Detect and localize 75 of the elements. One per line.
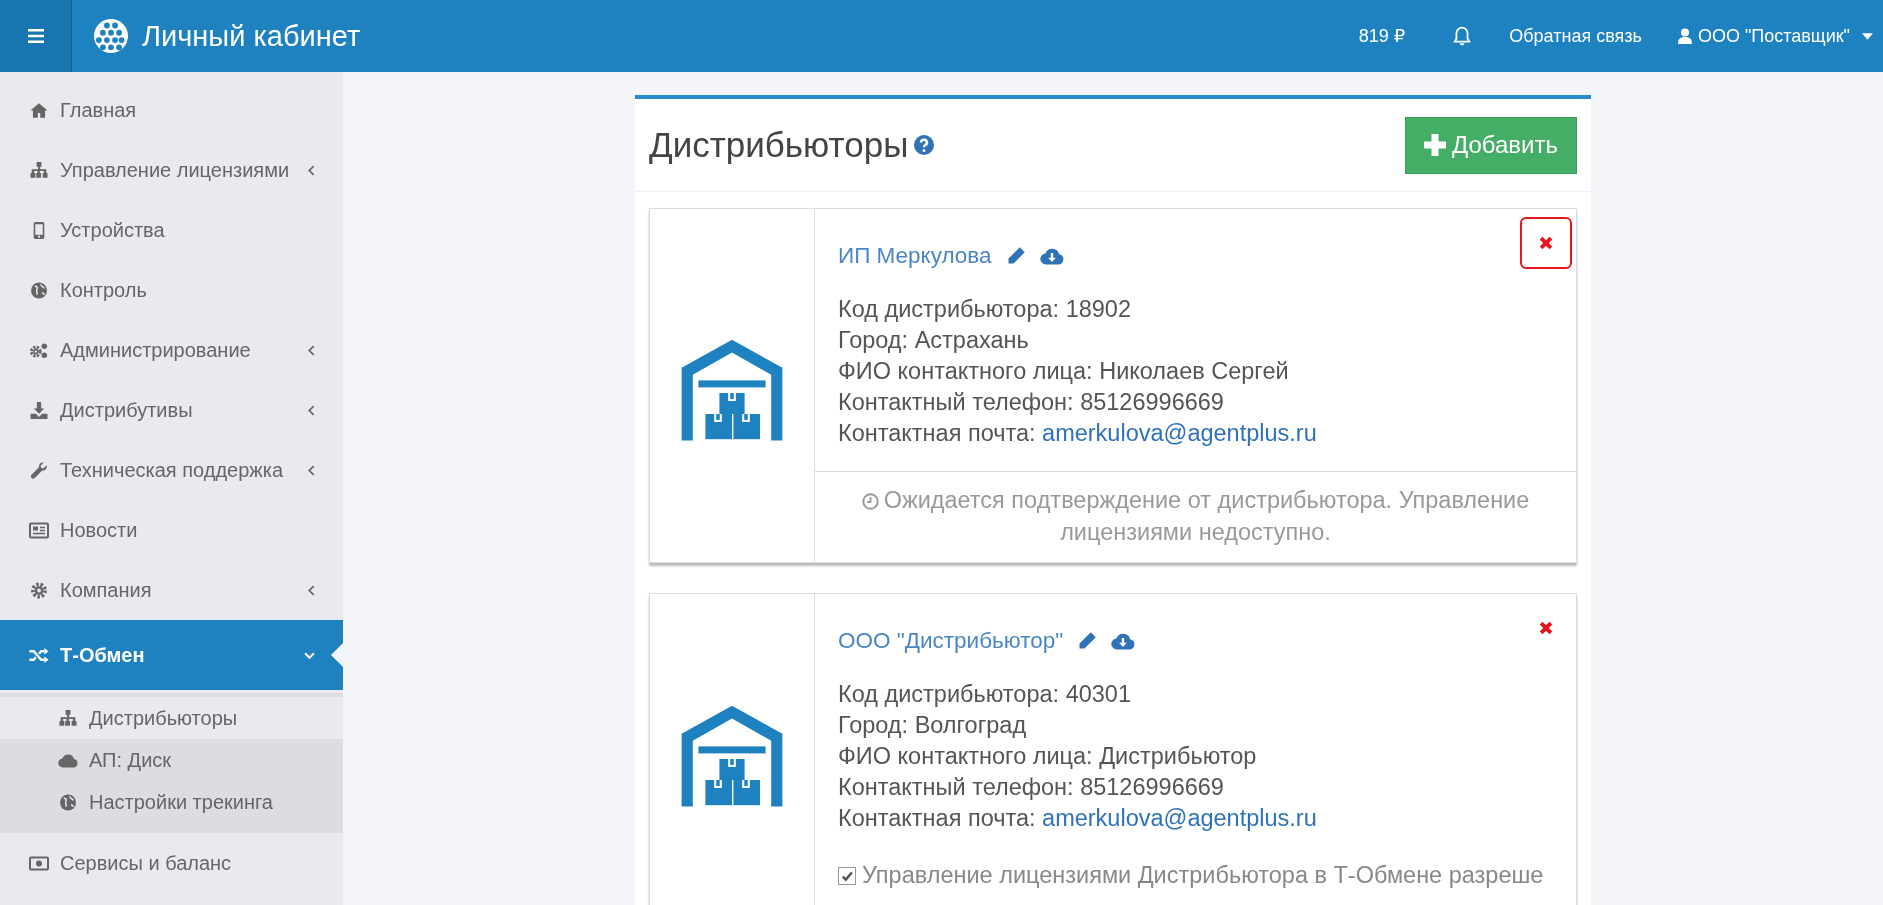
pencil-icon[interactable] [1077,631,1098,651]
menu-icon [27,29,44,43]
close-icon [1539,621,1553,635]
field-value: 85126996669 [1080,389,1224,415]
sidebar-item[interactable]: Дистрибутивы [0,380,343,440]
submenu-item[interactable]: Настройки трекинга [0,781,343,823]
bell-icon[interactable] [1453,26,1472,46]
field-value: Николаев Сергей [1099,358,1289,384]
field-label: Контактный телефон: [838,774,1074,800]
newspaper-icon [29,521,49,539]
user-menu[interactable]: ООО "Поставщик" [1677,25,1873,47]
field-value: 18902 [1065,296,1131,322]
sidebar-item[interactable]: Новости [0,500,343,560]
selection-notch [331,643,343,667]
download-icon [29,401,49,419]
sidebar-item[interactable]: Устройства [0,200,343,260]
sidebar-item[interactable]: Контроль [0,260,343,320]
cloud-download-icon[interactable] [1039,247,1064,265]
field-value: 85126996669 [1080,774,1224,800]
clock-icon [861,493,879,510]
user-icon [1677,28,1692,44]
sidebar-item[interactable]: Техническая поддержка [0,440,343,500]
field-label: Город: [838,712,909,738]
sidebar-item[interactable]: Компания [0,560,343,620]
globe-icon [29,281,49,299]
email-link[interactable]: amerkulova@agentplus.ru [1042,420,1317,446]
app-title: Личный кабинет [142,19,361,53]
pencil-icon[interactable] [1005,246,1026,266]
email-link[interactable]: amerkulova@agentplus.ru [1042,805,1317,831]
banknote-icon [29,854,49,872]
delete-button[interactable] [1520,217,1572,269]
permission-label: Управление лицензиями Дистрибьютора в Т-Обмене разреше [862,862,1544,889]
field-label: Контактная почта: [838,420,1036,446]
check-icon [841,869,853,882]
field-label: Код дистрибьютора: [838,681,1060,707]
field-label: ФИО контактного лица: [838,358,1093,384]
gears-icon [29,341,49,359]
sidebar-item[interactable]: Главная [0,80,343,140]
cloud-icon [58,751,78,769]
field-value: Волгоград [914,712,1027,738]
distributor-name[interactable]: ИП Меркулова [838,243,992,269]
caret-icon [1862,32,1873,40]
sidebar-item[interactable]: Управление лицензиями [0,140,343,200]
wrench-icon [29,461,49,479]
field-label: ФИО контактного лица: [838,743,1093,769]
field-label: Контактный телефон: [838,389,1074,415]
sidebar-item[interactable]: Администрирование [0,320,343,380]
status-message: Ожидается подтверждение от дистрибьютора. Управление лицензиями недоступно. [883,487,1530,545]
field-value: 40301 [1065,681,1131,707]
plus-icon [1423,134,1446,156]
field-label: Код дистрибьютора: [838,296,1060,322]
logo-icon [94,19,128,53]
field-label: Город: [838,327,909,353]
field-label: Контактная почта: [838,805,1036,831]
home-icon [29,101,49,119]
submenu-item[interactable]: АП: Диск [0,739,343,781]
page-title: Дистрибьюторы [649,125,909,165]
balance: 819 ₽ [1358,25,1406,47]
hierarchy-icon [29,161,49,179]
checkbox[interactable] [838,866,856,885]
help-icon[interactable] [914,135,935,155]
sidebar-item[interactable]: Сервисы и баланс [0,833,343,893]
hierarchy-icon [58,709,78,727]
add-button[interactable]: Добавить [1404,116,1577,174]
sidebar-item[interactable]: Т-Обмен [0,620,343,690]
globe-icon [58,793,78,811]
shuffle-icon [29,646,49,664]
close-icon [1539,236,1553,250]
gear-icon [29,581,49,599]
cloud-download-icon[interactable] [1111,632,1136,650]
field-value: Астрахань [914,327,1029,353]
submenu-item[interactable]: Дистрибьюторы [0,697,343,739]
distributor-name[interactable]: ООО "Дистрибьютор" [838,628,1064,654]
field-value: Дистрибьютор [1099,743,1257,769]
feedback-link[interactable]: Обратная связь [1509,25,1642,47]
